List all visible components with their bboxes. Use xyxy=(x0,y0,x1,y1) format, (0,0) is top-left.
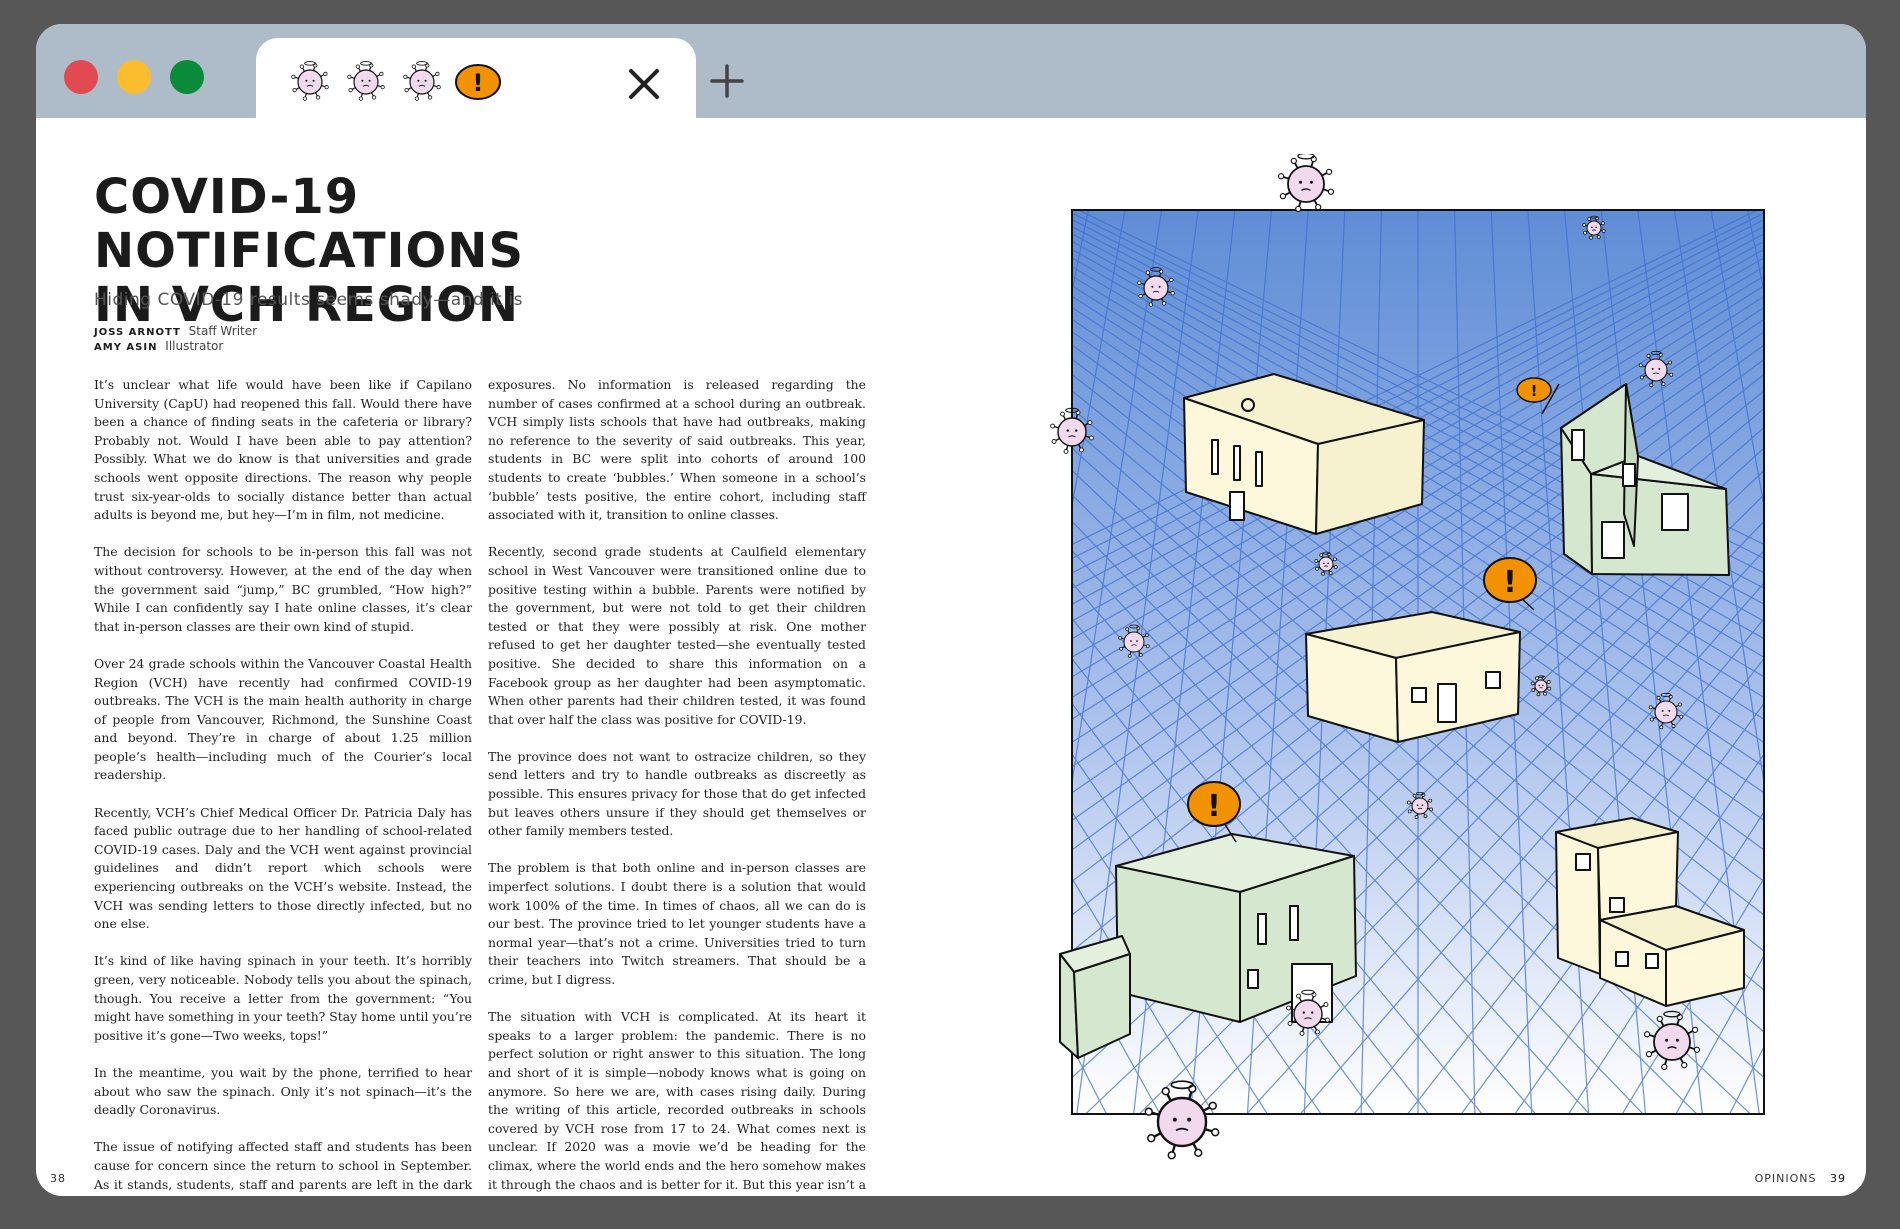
paragraph: Over 24 grade schools within the Vancouv… xyxy=(94,655,472,783)
grid-line xyxy=(1778,154,1786,1184)
alert-mark: ! xyxy=(1207,789,1221,824)
author-role: Staff Writer xyxy=(188,324,258,338)
page-number-left: 38 xyxy=(50,1172,66,1185)
author-byline: JOSS ARNOTT Staff Writer xyxy=(94,324,257,338)
alert-mark: ! xyxy=(1531,382,1538,400)
minimize-window-button[interactable] xyxy=(117,60,151,94)
page-number-right: 39 xyxy=(1830,1172,1846,1185)
title-line-1: COVID-19 NOTIFICATIONS xyxy=(94,169,525,279)
close-window-button[interactable] xyxy=(64,60,98,94)
article-subtitle: Hiding COVID-19 results seems shady—and … xyxy=(94,290,523,310)
virus-icon xyxy=(291,61,329,101)
new-tab-icon[interactable] xyxy=(708,62,746,100)
paragraph: exposures. No information is released re… xyxy=(488,377,866,523)
grid-line xyxy=(1026,154,1058,1184)
paragraph: The decision for schools to be in-person… xyxy=(94,544,472,634)
alert-icon: ! xyxy=(455,64,501,100)
paragraph: The problem is that both online and in-p… xyxy=(488,860,866,987)
maximize-window-button[interactable] xyxy=(170,60,204,94)
alert-mark: ! xyxy=(473,69,484,97)
illustrator-name: AMY ASIN xyxy=(94,342,158,353)
paragraph: The situation with VCH is complicated. A… xyxy=(488,1009,866,1196)
browser-window: ! COVID-19 NOTIFICATIONS IN VCH REGION H… xyxy=(36,24,1866,1196)
paragraph: In the meantime, you wait by the phone, … xyxy=(94,1064,472,1118)
article-column-1: It’s unclear what life would have been l… xyxy=(94,376,472,1196)
paragraph: The issue of notifying affected staff an… xyxy=(94,1139,472,1196)
title-bar: ! xyxy=(36,24,1866,130)
virus-icon xyxy=(347,61,385,101)
active-tab[interactable]: ! xyxy=(256,38,696,130)
paragraph: It’s kind of like having spinach in your… xyxy=(94,953,472,1043)
article-illustration: ! ! ! xyxy=(1026,154,1786,1184)
illustrator-byline: AMY ASIN Illustrator xyxy=(94,339,223,353)
close-tab-icon[interactable] xyxy=(626,66,662,102)
paragraph: It’s unclear what life would have been l… xyxy=(94,377,472,523)
article-column-2: exposures. No information is released re… xyxy=(488,376,866,1196)
author-name: JOSS ARNOTT xyxy=(94,327,181,338)
virus-icon xyxy=(1277,154,1335,213)
tab-icons: ! xyxy=(286,58,502,106)
alert-mark: ! xyxy=(1503,565,1517,600)
illustrator-role: Illustrator xyxy=(165,339,224,353)
paragraph: Recently, second grade students at Caulf… xyxy=(488,544,866,727)
virus-icon xyxy=(403,61,441,101)
paragraph: The province does not want to ostracize … xyxy=(488,748,866,839)
paragraph: Recently, VCH’s Chief Medical Officer Dr… xyxy=(94,804,472,932)
